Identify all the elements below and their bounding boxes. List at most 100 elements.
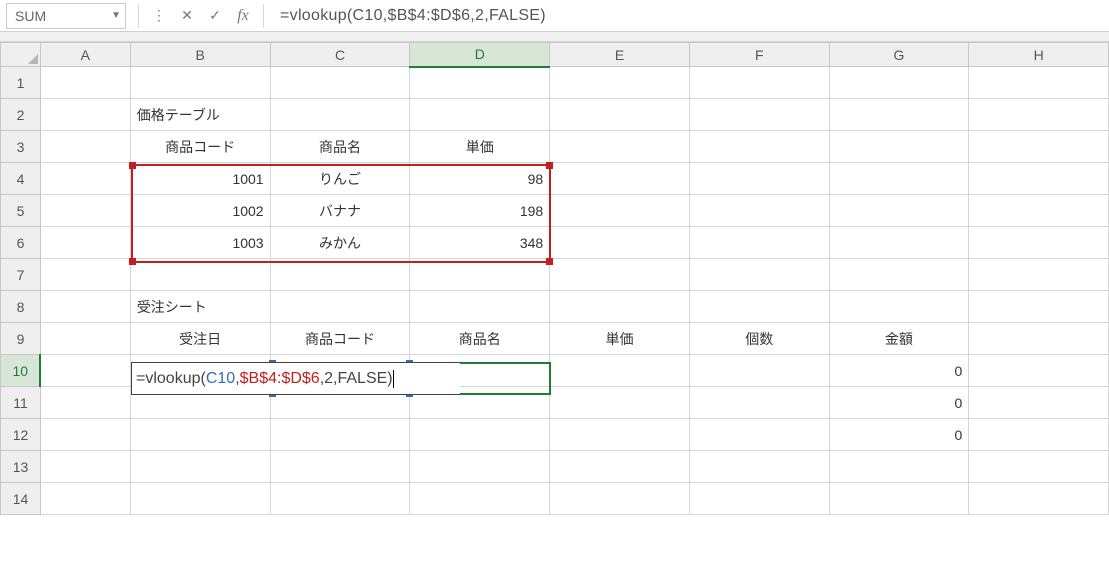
cell-a4[interactable]	[40, 163, 130, 195]
cell-b6[interactable]: 1003	[130, 227, 270, 259]
cell-a13[interactable]	[40, 451, 130, 483]
cell-f14[interactable]	[689, 483, 829, 515]
cell-h10[interactable]	[969, 355, 1109, 387]
cell-a8[interactable]	[40, 291, 130, 323]
row-header-14[interactable]: 14	[1, 483, 41, 515]
cell-f7[interactable]	[689, 259, 829, 291]
row-header-1[interactable]: 1	[1, 67, 41, 99]
row-header-12[interactable]: 12	[1, 419, 41, 451]
insert-function-button[interactable]: fx	[229, 2, 257, 30]
cell-e3[interactable]	[550, 131, 690, 163]
cell-f9[interactable]: 個数	[689, 323, 829, 355]
cell-a9[interactable]	[40, 323, 130, 355]
cell-e8[interactable]	[550, 291, 690, 323]
cell-h11[interactable]	[969, 387, 1109, 419]
cell-g8[interactable]	[829, 291, 969, 323]
cell-a7[interactable]	[40, 259, 130, 291]
cell-c13[interactable]	[270, 451, 410, 483]
cell-b3[interactable]: 商品コード	[130, 131, 270, 163]
cell-c1[interactable]	[270, 67, 410, 99]
column-header-g[interactable]: G	[829, 43, 969, 67]
cell-f12[interactable]	[689, 419, 829, 451]
column-header-b[interactable]: B	[130, 43, 270, 67]
cell-g7[interactable]	[829, 259, 969, 291]
column-header-f[interactable]: F	[689, 43, 829, 67]
cell-a10[interactable]	[40, 355, 130, 387]
cell-a11[interactable]	[40, 387, 130, 419]
row-header-9[interactable]: 9	[1, 323, 41, 355]
cell-h2[interactable]	[969, 99, 1109, 131]
cell-g4[interactable]	[829, 163, 969, 195]
cell-b8[interactable]: 受注シート	[130, 291, 270, 323]
cell-h12[interactable]	[969, 419, 1109, 451]
cell-h5[interactable]	[969, 195, 1109, 227]
cell-c14[interactable]	[270, 483, 410, 515]
spreadsheet-grid[interactable]: A B C D E F G H 1 2 価格テーブル 3 商品コード 商品名 単…	[0, 42, 1109, 515]
cell-c5[interactable]: バナナ	[270, 195, 410, 227]
cell-e12[interactable]	[550, 419, 690, 451]
cell-g3[interactable]	[829, 131, 969, 163]
cell-g10[interactable]: 0	[829, 355, 969, 387]
cell-c4[interactable]: りんご	[270, 163, 410, 195]
row-header-7[interactable]: 7	[1, 259, 41, 291]
cell-d6[interactable]: 348	[410, 227, 550, 259]
cell-f8[interactable]	[689, 291, 829, 323]
cell-e7[interactable]	[550, 259, 690, 291]
cell-e14[interactable]	[550, 483, 690, 515]
cell-g2[interactable]	[829, 99, 969, 131]
cell-d9[interactable]: 商品名	[410, 323, 550, 355]
name-box[interactable]: SUM ▼	[6, 3, 126, 29]
row-header-13[interactable]: 13	[1, 451, 41, 483]
cell-g6[interactable]	[829, 227, 969, 259]
cell-g12[interactable]: 0	[829, 419, 969, 451]
cell-d1[interactable]	[410, 67, 550, 99]
cell-e13[interactable]	[550, 451, 690, 483]
cell-d14[interactable]	[410, 483, 550, 515]
row-header-2[interactable]: 2	[1, 99, 41, 131]
cell-b7[interactable]	[130, 259, 270, 291]
cell-b4[interactable]: 1001	[130, 163, 270, 195]
cell-a2[interactable]	[40, 99, 130, 131]
cell-e4[interactable]	[550, 163, 690, 195]
cell-h14[interactable]	[969, 483, 1109, 515]
cell-b14[interactable]	[130, 483, 270, 515]
cell-g13[interactable]	[829, 451, 969, 483]
cell-h8[interactable]	[969, 291, 1109, 323]
cell-e1[interactable]	[550, 67, 690, 99]
cell-b5[interactable]: 1002	[130, 195, 270, 227]
cell-e9[interactable]: 単価	[550, 323, 690, 355]
cell-d7[interactable]	[410, 259, 550, 291]
column-header-c[interactable]: C	[270, 43, 410, 67]
row-header-8[interactable]: 8	[1, 291, 41, 323]
cell-e11[interactable]	[550, 387, 690, 419]
cell-e6[interactable]	[550, 227, 690, 259]
cell-b12[interactable]	[130, 419, 270, 451]
row-header-10[interactable]: 10	[1, 355, 41, 387]
cell-h4[interactable]	[969, 163, 1109, 195]
cell-f5[interactable]	[689, 195, 829, 227]
cell-b2[interactable]: 価格テーブル	[130, 99, 270, 131]
cell-e5[interactable]	[550, 195, 690, 227]
cell-f1[interactable]	[689, 67, 829, 99]
row-header-11[interactable]: 11	[1, 387, 41, 419]
column-header-e[interactable]: E	[550, 43, 690, 67]
cell-h13[interactable]	[969, 451, 1109, 483]
cell-c9[interactable]: 商品コード	[270, 323, 410, 355]
cell-b9[interactable]: 受注日	[130, 323, 270, 355]
enter-formula-button[interactable]: ✓	[201, 2, 229, 30]
cell-g11[interactable]: 0	[829, 387, 969, 419]
cell-g5[interactable]	[829, 195, 969, 227]
cell-c6[interactable]: みかん	[270, 227, 410, 259]
cell-d13[interactable]	[410, 451, 550, 483]
cell-b13[interactable]	[130, 451, 270, 483]
cell-d8[interactable]	[410, 291, 550, 323]
cell-a5[interactable]	[40, 195, 130, 227]
cell-a12[interactable]	[40, 419, 130, 451]
cell-h1[interactable]	[969, 67, 1109, 99]
cell-f6[interactable]	[689, 227, 829, 259]
formula-input[interactable]: =vlookup(C10,$B$4:$D$6,2,FALSE)	[270, 7, 1109, 25]
cell-e2[interactable]	[550, 99, 690, 131]
row-header-6[interactable]: 6	[1, 227, 41, 259]
row-header-5[interactable]: 5	[1, 195, 41, 227]
cell-d12[interactable]	[410, 419, 550, 451]
